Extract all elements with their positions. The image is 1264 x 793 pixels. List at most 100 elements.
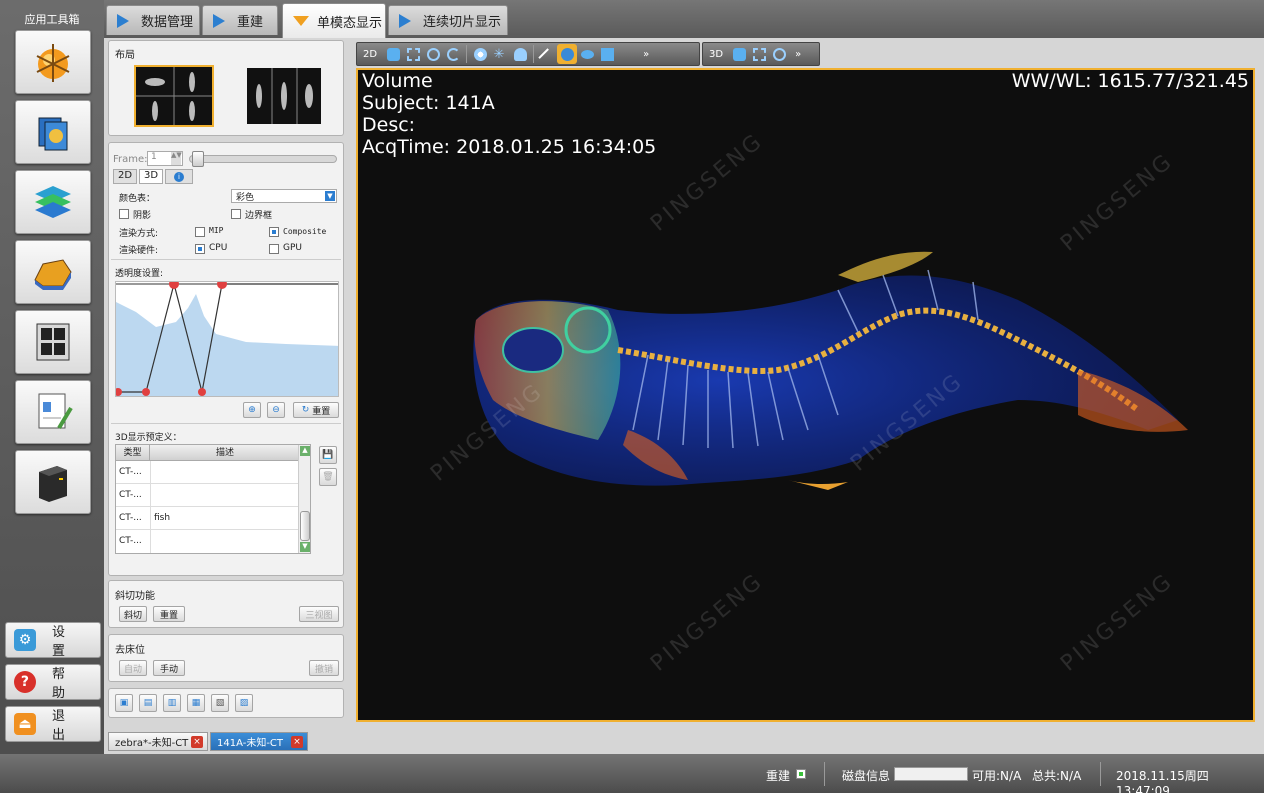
report-tool[interactable]: [15, 380, 91, 444]
table-row[interactable]: CT-...: [116, 461, 300, 484]
save-as-button[interactable]: ▤: [139, 694, 157, 712]
server-icon: [39, 466, 67, 502]
rectangle-roi-tool[interactable]: [597, 44, 617, 64]
play-icon: [399, 13, 411, 28]
three-view-button[interactable]: 三视图: [299, 606, 339, 622]
rotate-tool[interactable]: [443, 44, 463, 64]
pan-tool-2d[interactable]: [383, 44, 403, 64]
tab-continuous-slice[interactable]: 连续切片显示: [388, 5, 508, 35]
stepper-icon[interactable]: ▲▼: [171, 152, 182, 165]
reconstruction-icon: [38, 117, 68, 151]
oblique-cut-button[interactable]: 斜切: [119, 606, 147, 622]
reset-curve-button[interactable]: ↻ 重置: [293, 402, 339, 418]
hand-icon: [732, 47, 746, 61]
help-button[interactable]: ? 帮 助: [5, 664, 101, 701]
window-level-tool[interactable]: [510, 44, 530, 64]
zoom-out-button[interactable]: ⊖: [267, 402, 285, 418]
brightness-tool[interactable]: [470, 44, 490, 64]
toolbar-3d-label: 3D: [709, 48, 724, 60]
settings-label: 设 置: [51, 625, 71, 659]
delete-button[interactable]: ▨: [235, 694, 253, 712]
composite-checkbox[interactable]: [269, 227, 279, 237]
fit-icon: [752, 47, 766, 61]
table-row[interactable]: CT-... fish: [116, 507, 300, 530]
rotate-tool-3d[interactable]: [769, 44, 789, 64]
exit-button[interactable]: ⏏ 退 出: [5, 706, 101, 743]
bounding-box-checkbox[interactable]: [231, 209, 241, 219]
more-tools-icon[interactable]: »: [795, 49, 801, 60]
data-management-tool[interactable]: [15, 30, 91, 94]
row-desc: fish: [154, 513, 171, 523]
contrast-tool[interactable]: ✳: [490, 44, 510, 64]
tab-2d[interactable]: 2D: [113, 169, 137, 184]
save-preset-button[interactable]: 💾: [319, 446, 337, 464]
manual-remove-button[interactable]: 手动: [153, 660, 185, 676]
gpu-radio[interactable]: [269, 244, 279, 254]
oblique-reset-button[interactable]: 重置: [153, 606, 185, 622]
doc-tab-label: 141A-未知-CT: [217, 738, 284, 749]
pan-tool-3d[interactable]: [729, 44, 749, 64]
multi-view-tool[interactable]: [15, 310, 91, 374]
bed-removal-panel: 去床位 自动 手动 撤销: [108, 634, 344, 682]
close-icon[interactable]: ×: [291, 736, 303, 748]
tab-info[interactable]: i: [165, 169, 193, 184]
more-tools-icon[interactable]: »: [643, 49, 649, 60]
slider-handle[interactable]: [192, 151, 204, 167]
tab-data-management[interactable]: 数据管理: [106, 5, 200, 35]
zoom-in-button[interactable]: ⊕: [243, 402, 261, 418]
auto-remove-button[interactable]: 自动: [119, 660, 147, 676]
save-button[interactable]: ▣: [115, 694, 133, 712]
tab-3d[interactable]: 3D: [139, 169, 163, 184]
table-row[interactable]: CT-...: [116, 484, 300, 507]
table-scrollbar[interactable]: ▲ ▼: [298, 445, 310, 553]
play-icon: [213, 13, 225, 28]
column-header-desc[interactable]: 描述: [150, 445, 300, 461]
table-row[interactable]: CT-...: [116, 530, 300, 553]
refresh-icon: ↻: [301, 405, 310, 415]
import-icon: ▦: [191, 698, 201, 708]
import-button[interactable]: ▦: [187, 694, 205, 712]
delete-preset-button[interactable]: 🗑: [319, 468, 337, 486]
disk-available: 可用:N/A: [972, 769, 1022, 783]
3d-volume-viewport[interactable]: Volume Subject: 141A Desc: AcqTime: 2018…: [356, 68, 1255, 722]
settings-button[interactable]: ⚙ 设 置: [5, 622, 101, 659]
fit-tool-3d[interactable]: [749, 44, 769, 64]
volume-render-tool[interactable]: [15, 240, 91, 304]
line-measure-tool[interactable]: [537, 44, 557, 67]
report-icon: [38, 393, 73, 430]
close-icon[interactable]: ×: [191, 736, 203, 748]
transfer-function-editor[interactable]: [115, 281, 339, 397]
reset-label: 重置: [312, 406, 331, 417]
scroll-thumb[interactable]: [300, 511, 310, 541]
data-management-icon: [36, 44, 70, 82]
shadow-checkbox[interactable]: [119, 209, 129, 219]
cpu-radio[interactable]: [195, 244, 205, 254]
print-button[interactable]: ▧: [211, 694, 229, 712]
scroll-down-icon[interactable]: ▼: [300, 542, 310, 552]
reconstruction-tool[interactable]: [15, 100, 91, 164]
ellipse-roi-tool[interactable]: [577, 44, 597, 64]
doc-tab-141a[interactable]: 141A-未知-CT ×: [210, 732, 308, 751]
circle-roi-tool[interactable]: [557, 44, 578, 64]
tab-label: 重建: [237, 15, 264, 30]
scroll-up-icon[interactable]: ▲: [300, 446, 310, 456]
frame-slider[interactable]: [189, 151, 337, 167]
tab-label: 数据管理: [141, 15, 194, 30]
tab-single-modality[interactable]: 单模态显示: [282, 3, 386, 38]
server-tool[interactable]: [15, 450, 91, 514]
export-button[interactable]: ▥: [163, 694, 181, 712]
mip-checkbox[interactable]: [195, 227, 205, 237]
tab-reconstruction[interactable]: 重建: [202, 5, 278, 35]
tab-label: 连续切片显示: [423, 15, 502, 30]
layout-option-3-view[interactable]: [247, 68, 321, 124]
undo-button[interactable]: 撤销: [309, 660, 339, 676]
layout-option-4-view[interactable]: [134, 65, 214, 127]
trash-icon: 🗑: [322, 472, 334, 482]
zoom-tool[interactable]: [423, 44, 443, 64]
colormap-select[interactable]: 彩色 ▼: [231, 189, 337, 203]
column-header-type[interactable]: 类型: [116, 445, 150, 461]
slice-stack-tool[interactable]: [15, 170, 91, 234]
doc-tab-zebra[interactable]: zebra*-未知-CT ×: [108, 732, 208, 751]
frame-input[interactable]: 1 ▲▼: [147, 151, 183, 166]
zoom-fit-tool[interactable]: [403, 44, 423, 64]
